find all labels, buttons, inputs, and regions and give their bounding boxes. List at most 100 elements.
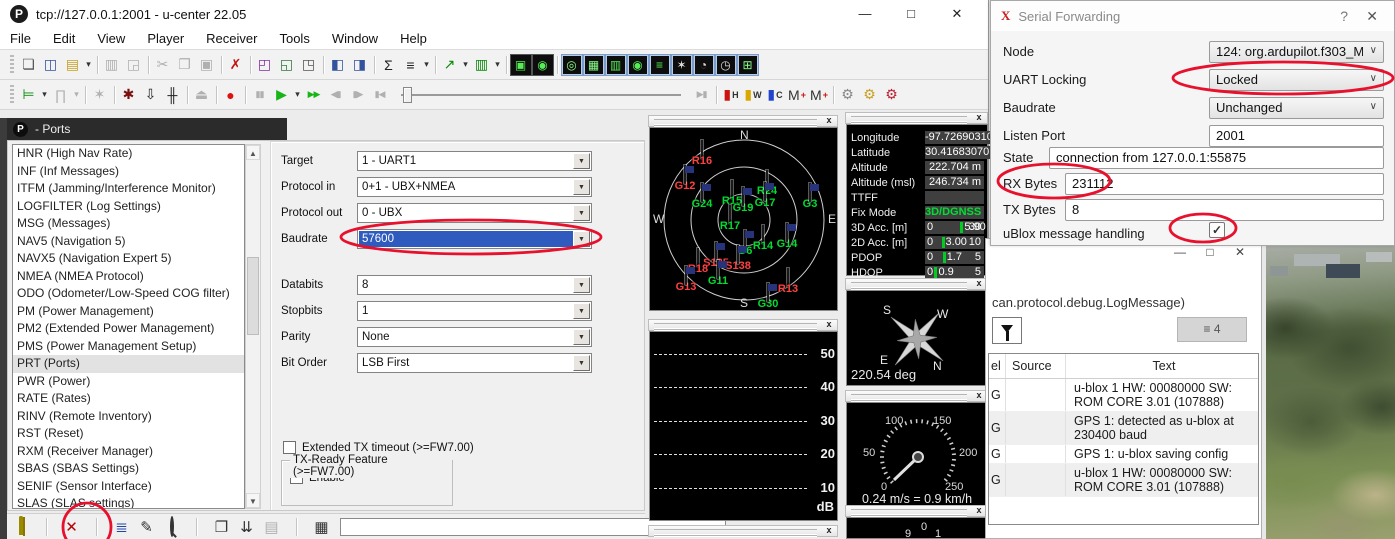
menu-item[interactable]: Receiver — [206, 31, 257, 46]
save-file-button[interactable]: ◫ — [40, 54, 62, 76]
rx-bytes-field[interactable]: 231112 — [1065, 173, 1384, 195]
menu-item[interactable]: Tools — [279, 31, 309, 46]
message-list-item[interactable]: NAV5 (Navigation 5) — [13, 233, 244, 251]
message-list-item[interactable]: SLAS (SLAS settings) — [13, 495, 244, 509]
help-button[interactable]: ? — [1340, 8, 1348, 24]
clock-titlebar[interactable]: x — [845, 505, 988, 517]
message-list-item[interactable]: HNR (High Nav Rate) — [13, 145, 244, 163]
field-control[interactable]: Locked ∨ — [1209, 69, 1384, 91]
message-list-scrollbar[interactable]: ▲ ▼ — [245, 144, 261, 509]
close-button[interactable]: ✕ — [934, 0, 980, 28]
compass-view-button[interactable]: ✶ — [671, 54, 693, 76]
clear-file-button[interactable]: ✗ — [225, 54, 247, 76]
delete-message-button[interactable]: ✕ — [59, 515, 84, 538]
edit-poll-button[interactable]: ✎ — [134, 515, 159, 538]
connect-dropdown[interactable]: ▾ — [40, 84, 50, 106]
message-list-item[interactable]: RXM (Receiver Manager) — [13, 443, 244, 461]
maximize-button[interactable]: □ — [888, 0, 934, 28]
signal-chart-titlebar[interactable]: x — [648, 319, 838, 331]
log-row[interactable]: G GPS 1: detected as u-blox at 230400 ba… — [989, 412, 1258, 445]
pause-button[interactable]: ▮▮ — [249, 84, 271, 106]
table-view-dropdown[interactable]: ▾ — [422, 54, 432, 76]
hot-start-button[interactable]: ▮H — [720, 84, 742, 106]
step-back-button[interactable]: ◀▮ — [325, 84, 347, 106]
split-vertical-button[interactable]: ◨ — [349, 54, 371, 76]
scroll-down-icon[interactable]: ▼ — [246, 493, 260, 508]
data-panel-titlebar[interactable]: x — [845, 112, 988, 124]
gnss-config-3-button[interactable]: ⚙ — [881, 84, 903, 106]
data-view-button[interactable]: ≡ — [649, 54, 671, 76]
play-dropdown[interactable]: ▾ — [293, 84, 303, 106]
paste-message-button[interactable]: ⇊ — [234, 515, 259, 538]
message-list-item[interactable]: PWR (Power) — [13, 373, 244, 391]
meter-view-button[interactable]: ◔ — [693, 54, 715, 76]
play-button[interactable]: ▶ — [271, 84, 293, 106]
close-button[interactable]: ✕ — [1366, 8, 1378, 25]
tx-bytes-field[interactable]: 8 — [1065, 199, 1384, 221]
print-button[interactable]: ▥ — [101, 54, 123, 76]
baudrate-button[interactable]: ∏ — [50, 84, 72, 106]
config-combobox[interactable]: 1 ▼ — [357, 301, 592, 321]
speedometer-titlebar[interactable]: x — [845, 390, 988, 402]
menu-item[interactable]: Player — [147, 31, 184, 46]
config-combobox[interactable]: LSB First ▼ — [357, 353, 592, 373]
scroll-up-icon[interactable]: ▲ — [246, 145, 260, 160]
open-file-button[interactable]: ▤ — [62, 54, 84, 76]
menu-item[interactable]: Edit — [53, 31, 75, 46]
close-icon[interactable]: x — [823, 115, 835, 125]
field-control[interactable]: 2001 — [1209, 125, 1384, 147]
lock-messages-button[interactable] — [9, 515, 34, 538]
world-map-button[interactable]: ◉ — [627, 54, 649, 76]
log-file-record-button[interactable]: ◰ — [254, 54, 276, 76]
minimize-button[interactable]: — — [1165, 245, 1195, 259]
sky-view-titlebar[interactable]: x — [648, 115, 838, 127]
extended-tx-checkbox[interactable] — [283, 441, 296, 454]
column-header-level[interactable]: el — [989, 354, 1006, 378]
table-view-button[interactable]: ≡ — [400, 54, 422, 76]
hidden-panel-titlebar[interactable]: x — [648, 525, 838, 537]
config-combobox[interactable]: 0+1 - UBX+NMEA ▼ — [357, 177, 592, 197]
split-horizontal-button[interactable]: ◧ — [327, 54, 349, 76]
log-row[interactable]: G GPS 1: u-blox saving config — [989, 445, 1258, 464]
autobauding-button[interactable]: ✶ — [89, 84, 111, 106]
message-list-item[interactable]: ODO (Odometer/Low-Speed COG filter) — [13, 285, 244, 303]
menu-item[interactable]: View — [97, 31, 125, 46]
hex-view-button[interactable]: ▦ — [309, 515, 334, 538]
close-icon[interactable]: x — [973, 112, 985, 122]
message-list-item[interactable]: PRT (Ports) — [13, 355, 244, 373]
field-control[interactable]: 124: org.ardupilot.f303_MatekGP: ∨ — [1209, 41, 1384, 63]
close-icon[interactable]: x — [823, 319, 835, 329]
close-icon[interactable]: x — [973, 390, 985, 400]
minimize-button[interactable]: — — [842, 0, 888, 28]
close-button[interactable]: ✕ — [1225, 245, 1255, 259]
gnss-config-1-button[interactable]: ⚙ — [837, 84, 859, 106]
filter-button[interactable] — [992, 317, 1022, 344]
skip-to-start-button[interactable]: ▮◀ — [369, 84, 391, 106]
slider-thumb[interactable] — [403, 87, 412, 103]
ublox-handling-checkbox[interactable]: ✓ — [1209, 222, 1225, 238]
log-row[interactable]: G u-blox 1 HW: 00080000 SW: ROM CORE 3.0… — [989, 379, 1258, 412]
message-list-item[interactable]: MSG (Messages) — [13, 215, 244, 233]
copy-message-button[interactable]: ❐ — [209, 515, 234, 538]
debugger-button[interactable]: ✱ — [118, 84, 140, 106]
connect-button[interactable]: ⊨ — [18, 84, 40, 106]
copy-button[interactable]: ❐ — [174, 54, 196, 76]
cold-start-button[interactable]: ▮C — [764, 84, 786, 106]
dialog-titlebar[interactable]: X Serial Forwarding ? ✕ — [991, 1, 1394, 31]
deviation-view-button[interactable]: ▦ — [583, 54, 605, 76]
histogram-view-dropdown[interactable]: ▾ — [493, 54, 503, 76]
playback-position-slider[interactable] — [401, 86, 681, 104]
receiver-configuration-button[interactable]: ╫ — [162, 84, 184, 106]
fast-forward-button[interactable]: ▶▶ — [303, 84, 325, 106]
compass-titlebar[interactable]: x — [845, 278, 988, 290]
message-add-1-button[interactable]: M+ — [786, 84, 808, 106]
field-control[interactable]: Unchanged ∨ — [1209, 97, 1384, 119]
message-list-item[interactable]: SBAS (SBAS Settings) — [13, 460, 244, 478]
message-add-2-button[interactable]: M+ — [808, 84, 830, 106]
custom-poll-button[interactable] — [159, 515, 184, 538]
config-combobox[interactable]: 0 - UBX ▼ — [357, 203, 592, 223]
paste-button[interactable]: ▣ — [196, 54, 218, 76]
log-row[interactable]: G u-blox 1 HW: 00080000 SW: ROM CORE 3.0… — [989, 464, 1258, 497]
config-combobox[interactable]: None ▼ — [357, 327, 592, 347]
record-button[interactable]: ● — [220, 84, 242, 106]
